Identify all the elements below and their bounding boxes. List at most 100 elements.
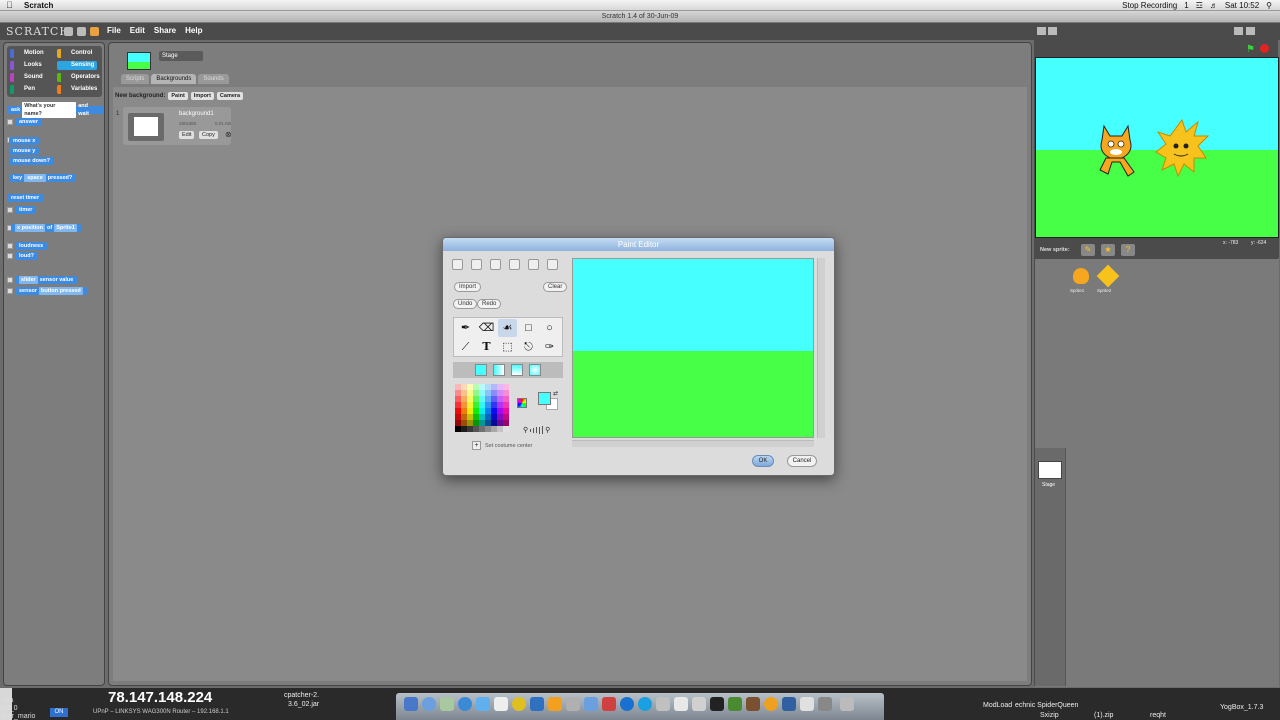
rectangle-tool-icon[interactable]: □ [519, 319, 538, 337]
dashboard-icon[interactable] [422, 697, 436, 711]
canvas-horizontal-scrollbar[interactable] [572, 440, 814, 447]
category-operators[interactable]: Operators [57, 73, 100, 82]
category-variables[interactable]: Variables [57, 85, 97, 94]
checkbox-sensor[interactable] [7, 288, 13, 294]
checkbox-answer[interactable] [7, 119, 13, 125]
block-mouse-y[interactable]: mouse y [9, 147, 40, 155]
downloads-stack-icon[interactable] [782, 697, 796, 711]
minecraft-icon[interactable] [728, 697, 742, 711]
canvas-vertical-scrollbar[interactable] [817, 258, 825, 438]
paint-redo-button[interactable]: Redo [477, 299, 502, 309]
app-store-icon[interactable] [584, 697, 598, 711]
terminal-icon[interactable] [710, 697, 724, 711]
mac-app-name[interactable]: Scratch [24, 1, 53, 10]
stage[interactable] [1035, 57, 1279, 238]
media-icon[interactable] [602, 697, 616, 711]
ichat-icon[interactable] [476, 697, 490, 711]
language-globe-icon[interactable] [64, 27, 73, 36]
desktop-file-left2[interactable]: 3.6_0 [0, 705, 18, 712]
desktop-file-sxizip[interactable]: Sxizip [1040, 712, 1059, 719]
mail-icon[interactable] [440, 697, 454, 711]
checkbox-timer[interactable] [7, 207, 13, 213]
small-stage-icon[interactable] [1037, 27, 1046, 35]
import-button[interactable]: Import [190, 92, 214, 100]
flip-horizontal-icon[interactable] [528, 259, 539, 270]
volume-icon[interactable]: ♬ [1210, 1, 1218, 10]
checkbox-loud[interactable] [7, 253, 13, 259]
surprise-sprite-icon[interactable]: ? [1121, 244, 1135, 256]
color-palette[interactable] [455, 384, 511, 432]
eyedropper-tool-icon[interactable]: ✑ [540, 338, 559, 356]
eraser-tool-icon[interactable]: ⌫ [477, 319, 496, 337]
category-motion[interactable]: Motion [10, 49, 50, 58]
scratch-dock-icon[interactable] [764, 697, 778, 711]
full-stage-icon[interactable] [1048, 27, 1057, 35]
menu-share[interactable]: Share [154, 26, 176, 35]
desktop-file-left3[interactable]: uper_mario [0, 713, 35, 720]
sprite-thumbnail-sprite2[interactable]: Sprite2 [1096, 264, 1120, 296]
foreground-color-swatch[interactable] [538, 392, 551, 405]
stage-list-thumbnail[interactable] [1038, 461, 1062, 479]
block-mouse-down[interactable]: mouse down? [9, 157, 54, 165]
battery-indicator[interactable]: 1 [1184, 1, 1188, 10]
trash-icon[interactable] [840, 697, 854, 711]
tab-sounds[interactable]: Sounds [198, 74, 229, 84]
paint-canvas[interactable] [572, 258, 814, 438]
tab-backgrounds[interactable]: Backgrounds [151, 74, 197, 84]
desktop-file-zip[interactable]: (1).zip [1094, 712, 1113, 719]
ok-button[interactable]: OK [752, 455, 774, 467]
fill-bucket-tool-icon[interactable]: ☙ [498, 319, 517, 337]
paint-button[interactable]: Paint [168, 92, 188, 100]
shrink-icon[interactable] [471, 259, 482, 270]
category-sensing[interactable]: Sensing [57, 61, 97, 70]
block-sensor-value[interactable]: slider sensor value [15, 276, 78, 284]
category-control[interactable]: Control [57, 49, 97, 58]
normal-mode-icon[interactable] [1246, 27, 1255, 35]
tab-scripts[interactable]: Scripts [121, 74, 150, 84]
skype-icon[interactable] [638, 697, 652, 711]
crosshair-icon[interactable]: + [472, 441, 481, 450]
preview-icon[interactable] [674, 697, 688, 711]
presentation-mode-icon[interactable] [1234, 27, 1243, 35]
checkbox-loudness[interactable] [7, 243, 13, 249]
desktop-file-reqht[interactable]: reqht [1150, 712, 1166, 719]
block-attribute-dropdown[interactable]: x position [15, 224, 45, 232]
palette-swatch[interactable] [503, 426, 509, 432]
block-loud[interactable]: loud? [15, 252, 38, 260]
block-sensor-boolean[interactable]: sensor button pressed [15, 287, 87, 295]
category-sound[interactable]: Sound [10, 73, 50, 82]
paint-clear-button[interactable]: Clear [543, 282, 568, 292]
folder-stack-icon[interactable] [818, 697, 832, 711]
rotate-left-icon[interactable] [490, 259, 501, 270]
cancel-button[interactable]: Cancel [787, 455, 817, 467]
documents-stack-icon[interactable] [800, 697, 814, 711]
share-icon[interactable] [90, 27, 99, 36]
zoom-out-icon[interactable]: ⚲ [523, 426, 528, 434]
block-key-dropdown[interactable]: space [24, 174, 46, 182]
block-timer[interactable]: timer [15, 206, 37, 214]
checkbox-sensor-value[interactable] [7, 277, 13, 283]
spotlight-icon[interactable]: ⚲ [1266, 1, 1272, 10]
spiky-sprite-icon[interactable] [1154, 116, 1210, 180]
flip-vertical-icon[interactable] [547, 259, 558, 270]
paint-undo-button[interactable]: Undo [453, 299, 478, 309]
menu-file[interactable]: File [107, 26, 121, 35]
background-copy-button[interactable]: Copy [199, 131, 218, 139]
package-icon[interactable] [746, 697, 760, 711]
desktop-file-technic[interactable]: echnic SpiderQueen [1015, 702, 1078, 709]
menu-help[interactable]: Help [185, 26, 202, 35]
itunes-icon[interactable] [530, 697, 544, 711]
desktop-file-yogbox[interactable]: YogBox_1.7.3 [1220, 704, 1263, 711]
swap-colors-icon[interactable]: ⇄ [553, 390, 558, 397]
zoom-in-icon[interactable]: ⚲ [545, 426, 550, 434]
delete-icon[interactable]: ⊗ [225, 130, 232, 139]
text-tool-icon[interactable]: T [477, 338, 496, 356]
menu-edit[interactable]: Edit [130, 26, 145, 35]
block-key-pressed[interactable]: key space pressed? [9, 174, 77, 182]
ellipse-tool-icon[interactable]: ○ [540, 319, 559, 337]
system-prefs-icon[interactable] [566, 697, 580, 711]
stamp-tool-icon[interactable]: ⎋ [519, 338, 538, 356]
paint-new-sprite-icon[interactable]: ✎ [1081, 244, 1095, 256]
desktop-file-cpatcher[interactable]: cpatcher-2. [284, 692, 319, 699]
safari-icon[interactable] [458, 697, 472, 711]
